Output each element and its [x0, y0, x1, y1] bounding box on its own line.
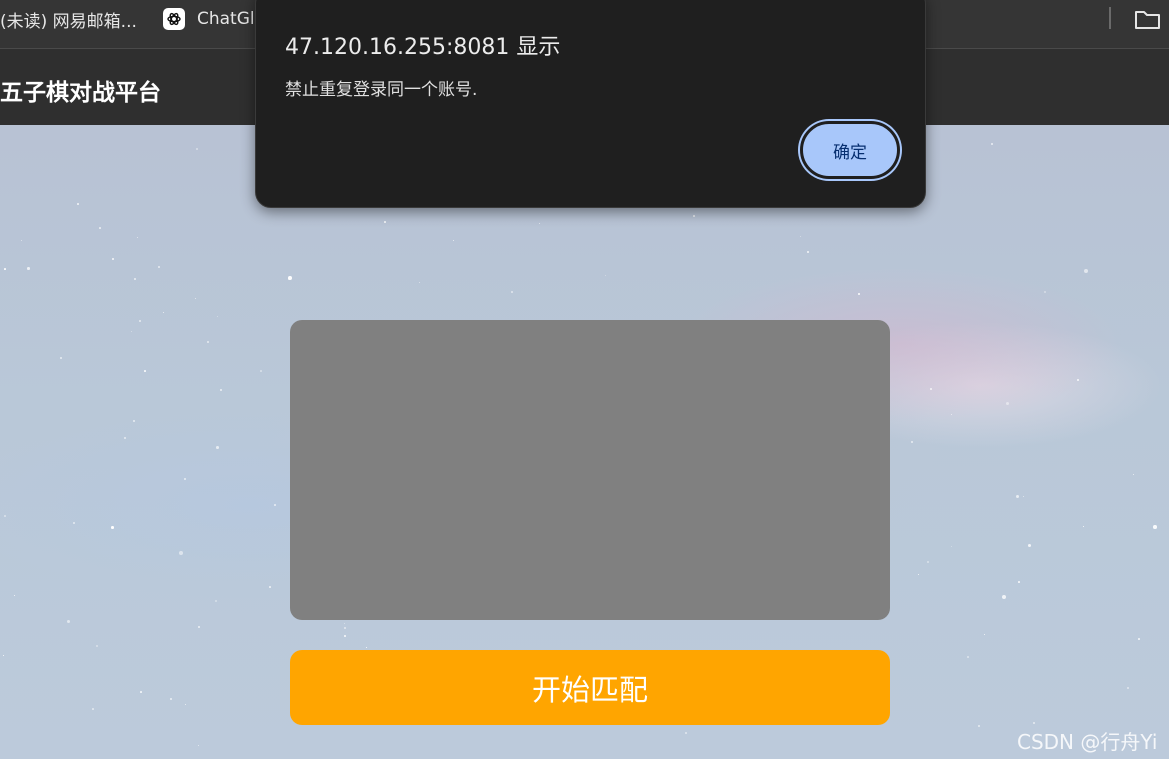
chatgpt-icon — [163, 8, 185, 30]
star-decoration — [274, 504, 276, 506]
star-decoration — [918, 574, 920, 576]
alert-title: 47.120.16.255:8081 显示 — [285, 35, 561, 60]
bookmark-chatgpt[interactable]: ChatGl — [163, 8, 255, 30]
star-decoration — [605, 275, 607, 277]
star-decoration — [1023, 496, 1025, 498]
alert-dialog: 47.120.16.255:8081 显示 禁止重复登录同一个账号. 确定 — [255, 0, 926, 208]
star-decoration — [1138, 638, 1140, 640]
star-decoration — [139, 320, 141, 322]
star-decoration — [1002, 595, 1007, 600]
star-decoration — [991, 143, 994, 146]
star-decoration — [344, 635, 346, 637]
screen-card — [290, 320, 890, 620]
star-decoration — [99, 227, 101, 229]
star-decoration — [930, 388, 932, 390]
star-decoration — [1033, 722, 1035, 724]
star-decoration — [419, 282, 421, 284]
star-decoration — [858, 293, 861, 296]
star-decoration — [215, 600, 218, 603]
bookmark-label: ChatGl — [197, 9, 255, 29]
start-match-button[interactable]: 开始匹配 — [290, 650, 890, 725]
star-decoration — [140, 691, 142, 693]
star-decoration — [384, 221, 386, 223]
watermark: CSDN @行舟Yi — [1017, 730, 1158, 754]
star-decoration — [184, 478, 186, 480]
star-decoration — [198, 745, 200, 747]
star-decoration — [158, 266, 160, 268]
star-decoration — [951, 414, 953, 416]
star-decoration — [111, 526, 114, 529]
star-decoration — [1006, 402, 1010, 406]
star-decoration — [453, 240, 455, 242]
star-decoration — [1153, 525, 1157, 529]
star-decoration — [60, 357, 63, 360]
star-decoration — [800, 236, 802, 238]
star-decoration — [73, 522, 75, 524]
star-decoration — [911, 441, 914, 444]
star-decoration — [163, 312, 165, 314]
star-decoration — [124, 437, 127, 440]
star-decoration — [195, 298, 197, 300]
star-decoration — [1016, 495, 1020, 499]
star-decoration — [144, 370, 146, 372]
star-decoration — [220, 389, 223, 392]
star-decoration — [967, 656, 969, 658]
star-decoration — [96, 645, 99, 648]
star-decoration — [260, 370, 262, 372]
star-decoration — [198, 626, 201, 629]
star-decoration — [112, 258, 115, 261]
star-decoration — [978, 725, 980, 727]
page-title: 五子棋对战平台 — [0, 80, 161, 106]
star-decoration — [21, 240, 22, 241]
star-decoration — [134, 278, 136, 280]
star-decoration — [1077, 379, 1080, 382]
star-decoration — [951, 546, 953, 548]
star-decoration — [511, 291, 513, 293]
folder-icon[interactable] — [1134, 8, 1162, 30]
star-decoration — [693, 215, 696, 218]
star-decoration — [344, 623, 346, 625]
star-decoration — [984, 634, 986, 636]
star-decoration — [1083, 526, 1085, 528]
star-decoration — [1044, 291, 1047, 294]
star-decoration — [133, 420, 136, 423]
star-decoration — [685, 732, 688, 735]
star-decoration — [288, 276, 292, 280]
star-decoration — [207, 341, 210, 344]
bookmark-netease-mail[interactable]: (未读) 网易邮箱... — [0, 8, 137, 32]
star-decoration — [217, 316, 219, 318]
star-decoration — [216, 446, 219, 449]
star-decoration — [179, 551, 183, 555]
star-decoration — [344, 627, 346, 629]
star-decoration — [4, 515, 6, 517]
star-decoration — [1084, 269, 1089, 274]
star-decoration — [185, 704, 187, 706]
star-decoration — [1133, 474, 1135, 476]
star-decoration — [4, 268, 6, 270]
star-decoration — [14, 595, 16, 597]
star-decoration — [196, 148, 199, 151]
star-decoration — [67, 620, 71, 624]
star-decoration — [269, 586, 271, 588]
star-decoration — [137, 237, 139, 239]
star-decoration — [927, 561, 930, 564]
star-decoration — [1127, 687, 1130, 690]
star-decoration — [1028, 544, 1032, 548]
star-decoration — [27, 267, 30, 270]
star-decoration — [539, 223, 541, 225]
confirm-button[interactable]: 确定 — [800, 121, 900, 179]
bookmarks-divider — [1109, 7, 1111, 29]
alert-message: 禁止重复登录同一个账号. — [285, 80, 478, 100]
star-decoration — [170, 698, 172, 700]
star-decoration — [131, 331, 133, 333]
star-decoration — [92, 708, 94, 710]
star-decoration — [1018, 581, 1020, 583]
star-decoration — [77, 203, 79, 205]
star-decoration — [807, 251, 810, 254]
star-decoration — [366, 647, 368, 649]
star-decoration — [3, 655, 5, 657]
bookmark-label: (未读) 网易邮箱... — [0, 11, 137, 32]
